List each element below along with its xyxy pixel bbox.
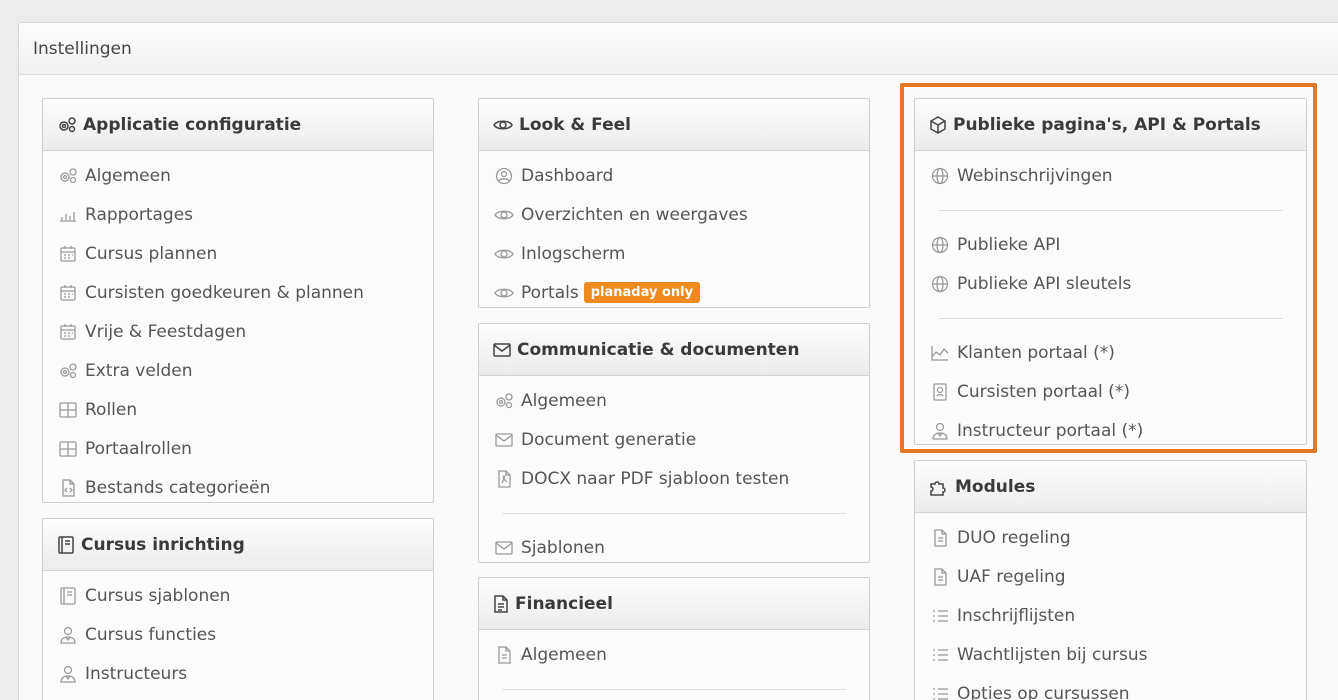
- panel-title: Look & Feel: [519, 114, 631, 135]
- file-pdf-icon: [498, 469, 511, 488]
- panel-communicatie-documenten: Communicatie & documenten Algemeen Docum…: [478, 323, 870, 563]
- panel-applicatie-configuratie: Applicatie configuratie Algemeen Rapport…: [42, 98, 434, 503]
- settings-item-overzichten[interactable]: Overzichten en weergaves: [479, 195, 869, 234]
- user-circle-icon: [495, 167, 513, 184]
- settings-item-cursus-sjablonen[interactable]: Cursus sjablonen: [43, 576, 433, 615]
- settings-item-portals[interactable]: Portals planaday only: [479, 273, 869, 307]
- gears-icon: [59, 116, 76, 132]
- puzzle-icon: [930, 480, 946, 496]
- list-icon: [933, 648, 948, 661]
- settings-item-algemeen[interactable]: Algemeen: [43, 156, 433, 195]
- calendar-icon: [60, 323, 76, 340]
- settings-item-uaf-regeling[interactable]: UAF regeling: [915, 557, 1306, 596]
- book-icon: [58, 535, 74, 554]
- settings-item-document-generatie[interactable]: Document generatie: [479, 420, 869, 459]
- table-icon: [59, 401, 77, 418]
- eye-icon: [494, 249, 514, 258]
- panel-title: Financieel: [515, 593, 613, 614]
- settings-item-fin-algemeen[interactable]: Algemeen: [479, 635, 869, 674]
- page-title: Instellingen: [19, 23, 1338, 75]
- settings-item-rollen[interactable]: Rollen: [43, 390, 433, 429]
- panel-cursus-inrichting: Cursus inrichting Cursus sjablonen Cursu…: [42, 518, 434, 700]
- planaday-only-badge: planaday only: [583, 282, 701, 303]
- file-text-icon: [498, 645, 511, 664]
- highlight-frame: [900, 83, 1317, 453]
- settings-item-extra-velden[interactable]: Extra velden: [43, 351, 433, 390]
- envelope-icon: [493, 342, 511, 357]
- settings-item-cursus-plannen[interactable]: Cursus plannen: [43, 234, 433, 273]
- calendar-icon: [60, 245, 76, 262]
- panel-modules: Modules DUO regeling UAF regeling Inschr…: [914, 460, 1307, 700]
- settings-item-inlogscherm[interactable]: Inlogscherm: [479, 234, 869, 273]
- settings-item-rapportages[interactable]: Rapportages: [43, 195, 433, 234]
- file-text-icon: [494, 594, 508, 613]
- user-icon: [60, 665, 76, 683]
- settings-item-instructeurs[interactable]: Instructeurs: [43, 654, 433, 693]
- settings-item-opties-cursussen[interactable]: Opties op cursussen: [915, 674, 1306, 700]
- file-text-icon: [934, 528, 947, 547]
- settings-item-wachtlijsten[interactable]: Wachtlijsten bij cursus: [915, 635, 1306, 674]
- panel-title: Modules: [955, 476, 1036, 497]
- list-icon: [933, 609, 948, 622]
- envelope-icon: [495, 432, 513, 447]
- panel-look-feel: Look & Feel Dashboard Overzichten en wee…: [478, 98, 870, 308]
- envelope-icon: [495, 540, 513, 555]
- settings-item-bestands-categorieen[interactable]: Bestands categorieën: [43, 468, 433, 502]
- file-text-icon: [934, 567, 947, 586]
- panel-title: Cursus inrichting: [81, 534, 245, 555]
- panel-title: Communicatie & documenten: [517, 339, 800, 360]
- file-code-icon: [62, 478, 75, 497]
- settings-item-sjablonen[interactable]: Sjablonen: [479, 528, 869, 562]
- settings-item-cursisten-goedkeuren[interactable]: Cursisten goedkeuren & plannen: [43, 273, 433, 312]
- list-icon: [933, 687, 948, 700]
- settings-item-cursus-functies[interactable]: Cursus functies: [43, 615, 433, 654]
- eye-icon: [493, 120, 513, 129]
- settings-item-dashboard[interactable]: Dashboard: [479, 156, 869, 195]
- panel-financieel: Financieel Algemeen: [478, 577, 870, 700]
- eye-icon: [494, 288, 514, 297]
- gears-icon: [60, 362, 77, 378]
- bar-chart-icon: [60, 211, 76, 222]
- settings-item-portaalrollen[interactable]: Portaalrollen: [43, 429, 433, 468]
- panel-title: Applicatie configuratie: [83, 114, 302, 135]
- settings-item-vrije-feestdagen[interactable]: Vrije & Feestdagen: [43, 312, 433, 351]
- table-icon: [59, 440, 77, 457]
- settings-item-duo-regeling[interactable]: DUO regeling: [915, 518, 1306, 557]
- book-icon: [60, 586, 76, 605]
- user-icon: [60, 626, 76, 644]
- settings-item-inschrijflijsten[interactable]: Inschrijflijsten: [915, 596, 1306, 635]
- gears-icon: [60, 167, 77, 183]
- settings-item-comm-algemeen[interactable]: Algemeen: [479, 381, 869, 420]
- settings-item-docx-pdf-test[interactable]: DOCX naar PDF sjabloon testen: [479, 459, 869, 498]
- gears-icon: [496, 392, 513, 408]
- calendar-icon: [60, 284, 76, 301]
- eye-icon: [494, 210, 514, 219]
